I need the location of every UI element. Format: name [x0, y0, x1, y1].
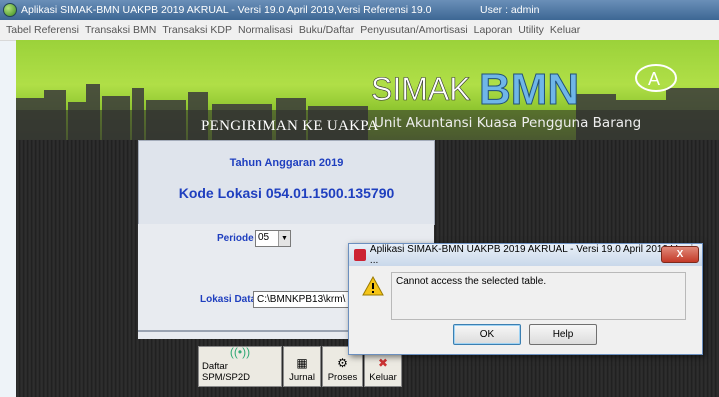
banner-subtitle: Unit Akuntansi Kuasa Pengguna Barang: [374, 115, 642, 131]
menu-buku-daftar[interactable]: Buku/Daftar: [299, 24, 354, 36]
logo-a: A: [648, 69, 660, 89]
menu-utility[interactable]: Utility: [518, 24, 544, 36]
periode-select[interactable]: 05 ▼: [255, 230, 291, 247]
menu-transaksi-bmn[interactable]: Transaksi BMN: [85, 24, 156, 36]
menu-penyusutan[interactable]: Penyusutan/Amortisasi: [360, 24, 467, 36]
keluar-label: Keluar: [369, 372, 397, 383]
info-panel: Tahun Anggaran 2019 Kode Lokasi 054.01.1…: [138, 140, 435, 225]
menu-laporan[interactable]: Laporan: [474, 24, 513, 36]
dialog-title: Aplikasi SIMAK-BMN UAKPB 2019 AKRUAL - V…: [369, 244, 694, 266]
document-icon: ▦: [296, 356, 308, 370]
menu-tabel-referensi[interactable]: Tabel Referensi: [6, 24, 79, 36]
simak-bmn-logo: SIMAK BMN A: [371, 60, 691, 123]
menu-transaksi-kdp[interactable]: Transaksi KDP: [162, 24, 232, 36]
ok-button[interactable]: OK: [453, 324, 521, 345]
periode-value: 05: [258, 232, 270, 243]
lokasi-data-label: Lokasi Data: [200, 294, 257, 305]
header-banner: SIMAK BMN A PENGIRIMAN KE UAKPA Unit Aku…: [16, 40, 719, 140]
tahun-anggaran: Tahun Anggaran 2019: [229, 157, 344, 169]
chevron-down-icon[interactable]: ▼: [278, 231, 290, 246]
lokasi-data-input[interactable]: C:\BMNKPB13\krm\: [253, 291, 352, 308]
logo-bmn: BMN: [479, 65, 579, 114]
dialog-close-button[interactable]: X: [661, 246, 699, 263]
page-title: PENGIRIMAN KE UAKPA: [201, 118, 379, 134]
help-button[interactable]: Help: [529, 324, 597, 345]
gears-icon: ⚙: [337, 356, 348, 370]
logo-simak: SIMAK: [371, 71, 471, 107]
proses-label: Proses: [327, 372, 358, 383]
periode-label: Periode: [217, 233, 254, 244]
user-label: User : admin: [480, 4, 540, 16]
daftar-spm-label: Daftar SPM/SP2D: [202, 361, 251, 383]
app-icon: [354, 249, 366, 261]
dialog-message: Cannot access the selected table.: [396, 276, 547, 287]
warning-icon: [362, 276, 384, 296]
error-dialog: Aplikasi SIMAK-BMN UAKPB 2019 AKRUAL - V…: [348, 243, 703, 355]
menu-bar: Tabel Referensi Transaksi BMN Transaksi …: [0, 20, 719, 41]
window-title: Aplikasi SIMAK-BMN UAKPB 2019 AKRUAL - V…: [21, 4, 432, 16]
menu-keluar[interactable]: Keluar: [550, 24, 580, 36]
app-icon: [3, 3, 17, 17]
logo-graphic: SIMAK BMN A: [371, 64, 677, 115]
dialog-titlebar[interactable]: Aplikasi SIMAK-BMN UAKPB 2019 AKRUAL - V…: [349, 244, 702, 266]
wifi-icon: ((•)): [229, 345, 251, 359]
jurnal-button[interactable]: ▦ Jurnal: [283, 346, 321, 387]
window-titlebar[interactable]: Aplikasi SIMAK-BMN UAKPB 2019 AKRUAL - V…: [0, 0, 719, 20]
menu-normalisasi[interactable]: Normalisasi: [238, 24, 293, 36]
daftar-spm-button[interactable]: ((•)) Daftar SPM/SP2D: [198, 345, 282, 387]
exit-icon: ✖: [377, 356, 389, 370]
left-edge-strip: [0, 40, 16, 397]
kode-lokasi: Kode Lokasi 054.01.1500.135790: [178, 185, 395, 201]
jurnal-label: Jurnal: [289, 372, 315, 383]
